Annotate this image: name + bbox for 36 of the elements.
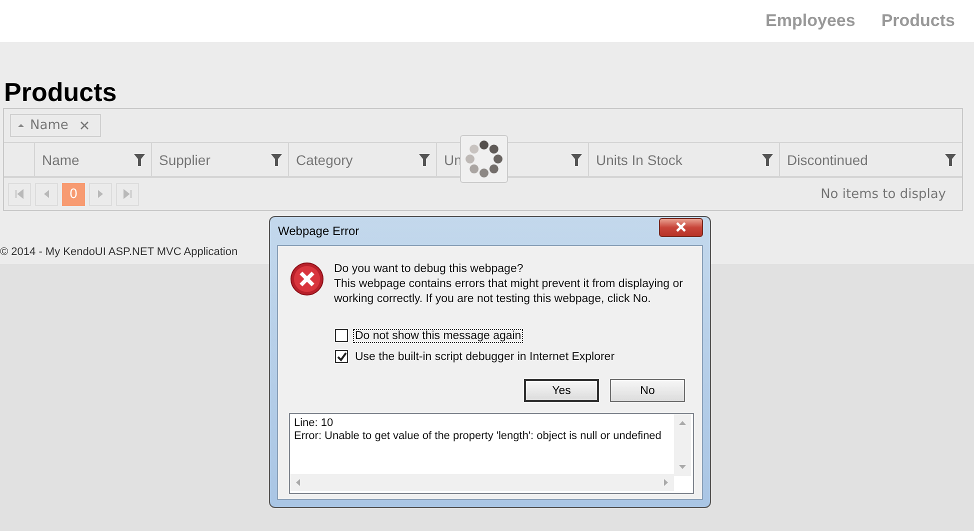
checkbox[interactable] — [335, 350, 348, 363]
close-icon — [80, 121, 90, 130]
details-line: Error: Unable to get value of the property 'length': object is null or undefined — [294, 430, 662, 443]
dialog-title: Webpage Error — [278, 224, 360, 238]
close-button[interactable] — [659, 218, 703, 236]
vertical-scrollbar — [674, 414, 691, 476]
nav-link[interactable]: Employees — [766, 11, 856, 31]
pager-info: No items to display — [820, 186, 946, 202]
error-icon — [290, 262, 324, 296]
filter-icon — [271, 154, 282, 166]
nav-link[interactable]: Products — [881, 11, 955, 31]
details-line: Line: 10 — [294, 417, 334, 430]
filter-icon — [762, 154, 773, 166]
last-arrow-icon — [122, 188, 133, 200]
dialog-button[interactable]: No — [610, 379, 685, 402]
column-header[interactable]: Discontinued — [779, 143, 962, 176]
column-header[interactable]: Category — [288, 143, 436, 176]
filter-icon — [419, 154, 430, 166]
column-header[interactable]: Units In Stock — [588, 143, 779, 176]
filter-icon — [945, 154, 956, 166]
checkbox[interactable] — [335, 329, 348, 342]
column-header[interactable]: Supplier — [151, 143, 288, 176]
dialog-message: This webpage contains errors that might prevent it from displaying or working correctly. If you are not testing this webpage, click No. — [334, 277, 684, 307]
column-header[interactable]: Name — [34, 143, 151, 176]
close-icon — [675, 222, 687, 232]
page-title: Products — [4, 76, 118, 108]
checkbox-label: Use the built-in script debugger in Internet Explorer — [354, 350, 616, 364]
filter-icon — [571, 154, 582, 166]
checkbox-label: Do not show this message again — [353, 328, 524, 342]
dialog-question: Do you want to debug this webpage? — [334, 262, 524, 277]
page-button[interactable]: 0 — [62, 182, 85, 206]
filter-icon — [134, 154, 145, 166]
first-arrow-icon — [14, 188, 25, 200]
group-chip[interactable]: Name — [10, 114, 102, 137]
chip-label: Name — [30, 118, 68, 133]
dialog-button[interactable]: Yes — [524, 379, 599, 402]
